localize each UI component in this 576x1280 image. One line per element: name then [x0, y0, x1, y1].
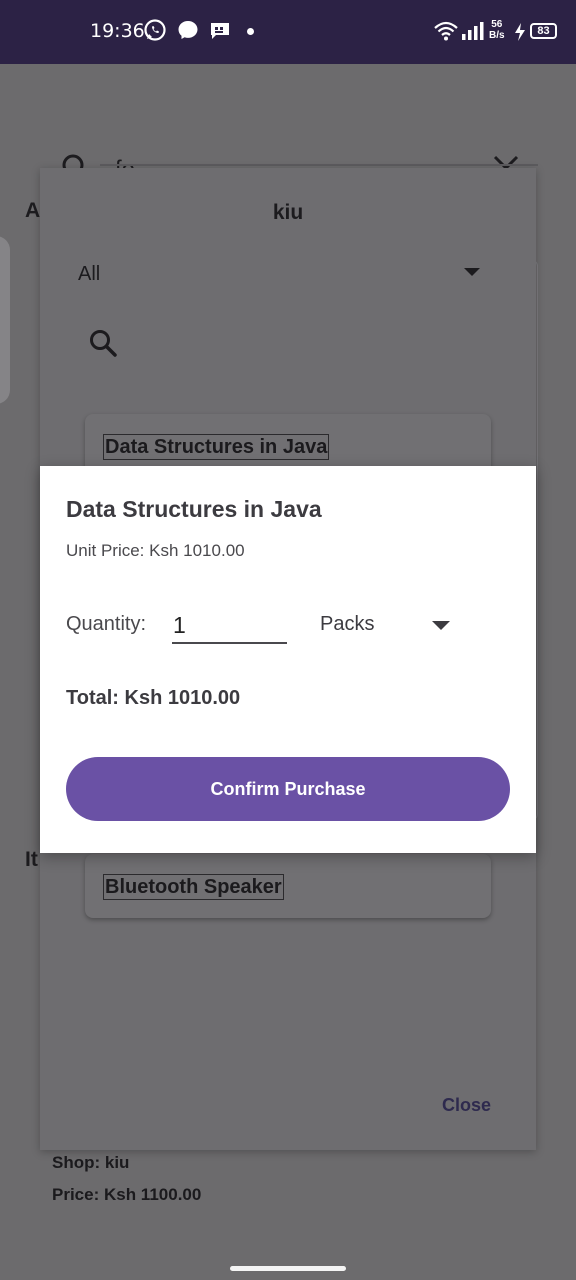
message-icon: [209, 21, 231, 46]
price-line: Price: Ksh 1100.00: [52, 1185, 202, 1204]
search-underline: [100, 164, 538, 166]
items-heading: It: [25, 848, 38, 871]
home-indicator[interactable]: [230, 1266, 346, 1271]
status-time: 19:36: [90, 20, 145, 42]
network-speed: 56 B/s: [489, 19, 505, 41]
search-icon[interactable]: [88, 328, 118, 363]
notification-dot: [247, 28, 254, 35]
confirm-purchase-button[interactable]: Confirm Purchase: [66, 757, 510, 821]
unit-dropdown-value: Packs: [320, 613, 375, 635]
caret-down-icon: [464, 268, 480, 276]
quantity-input[interactable]: [172, 606, 287, 644]
caret-down-icon: [432, 621, 450, 630]
messenger-icon: [176, 18, 200, 47]
purchase-dialog: Data Structures in Java Unit Price: Ksh …: [40, 466, 536, 853]
side-card: [0, 236, 10, 404]
total-price: Total: Ksh 1010.00: [66, 687, 241, 709]
section-heading: A: [25, 199, 41, 222]
list-item[interactable]: Bluetooth Speaker: [85, 854, 491, 918]
quantity-label: Quantity:: [66, 613, 147, 635]
wifi-icon: [434, 20, 458, 47]
item-name: Data Structures in Java: [103, 434, 330, 460]
status-bar: 19:36 56 B/s 83: [0, 0, 576, 64]
unit-dropdown[interactable]: Packs: [310, 602, 460, 646]
battery-level: 83: [530, 23, 557, 39]
signal-icon: [461, 21, 485, 46]
purchase-item-title: Data Structures in Java: [66, 496, 322, 522]
shop-dialog-title: kiu: [272, 201, 304, 224]
unit-price: Unit Price: Ksh 1010.00: [66, 541, 245, 560]
network-speed-value: 56: [491, 19, 503, 30]
network-speed-unit: B/s: [489, 30, 505, 41]
whatsapp-icon: [143, 18, 167, 47]
shop-line: Shop: kiu: [52, 1153, 130, 1172]
search-bar: fe: [0, 104, 576, 183]
item-name: Bluetooth Speaker: [103, 874, 284, 900]
category-filter-value: All: [78, 263, 101, 285]
charging-icon: [514, 22, 526, 47]
close-button[interactable]: Close: [442, 1095, 491, 1116]
